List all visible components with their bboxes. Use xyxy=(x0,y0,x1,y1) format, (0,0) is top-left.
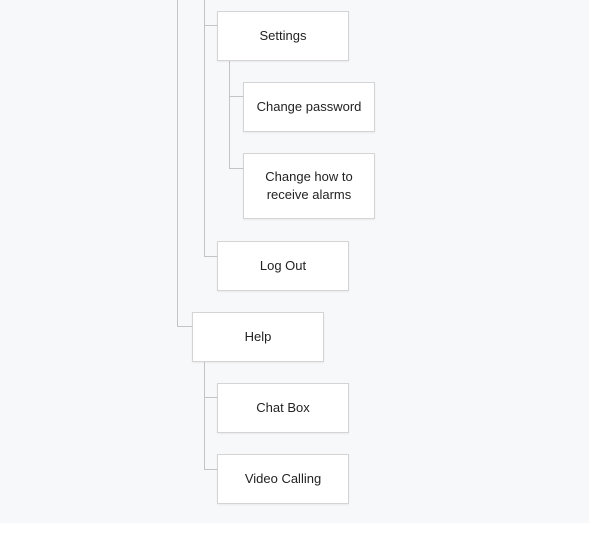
node-change-password[interactable]: Change password xyxy=(243,82,375,132)
node-log-out[interactable]: Log Out xyxy=(217,241,349,291)
node-chat-box[interactable]: Chat Box xyxy=(217,383,349,433)
connector-to-settings xyxy=(204,25,217,26)
connector-to-change-password xyxy=(229,96,243,97)
connector-root-to-help xyxy=(177,326,192,327)
connector-settings-vertical xyxy=(229,61,230,168)
connector-to-chat-box xyxy=(204,397,217,398)
connector-to-change-alarms xyxy=(229,168,243,169)
connector-account-vertical xyxy=(204,0,205,256)
connector-help-vertical xyxy=(204,362,205,469)
connector-root-vertical xyxy=(177,0,178,326)
diagram-canvas: Settings Change password Change how to r… xyxy=(0,0,589,523)
connector-to-log-out xyxy=(204,256,217,257)
node-help[interactable]: Help xyxy=(192,312,324,362)
connector-to-video-calling xyxy=(204,469,217,470)
node-change-how-to-receive-alarms[interactable]: Change how to receive alarms xyxy=(243,153,375,219)
node-settings[interactable]: Settings xyxy=(217,11,349,61)
node-video-calling[interactable]: Video Calling xyxy=(217,454,349,504)
